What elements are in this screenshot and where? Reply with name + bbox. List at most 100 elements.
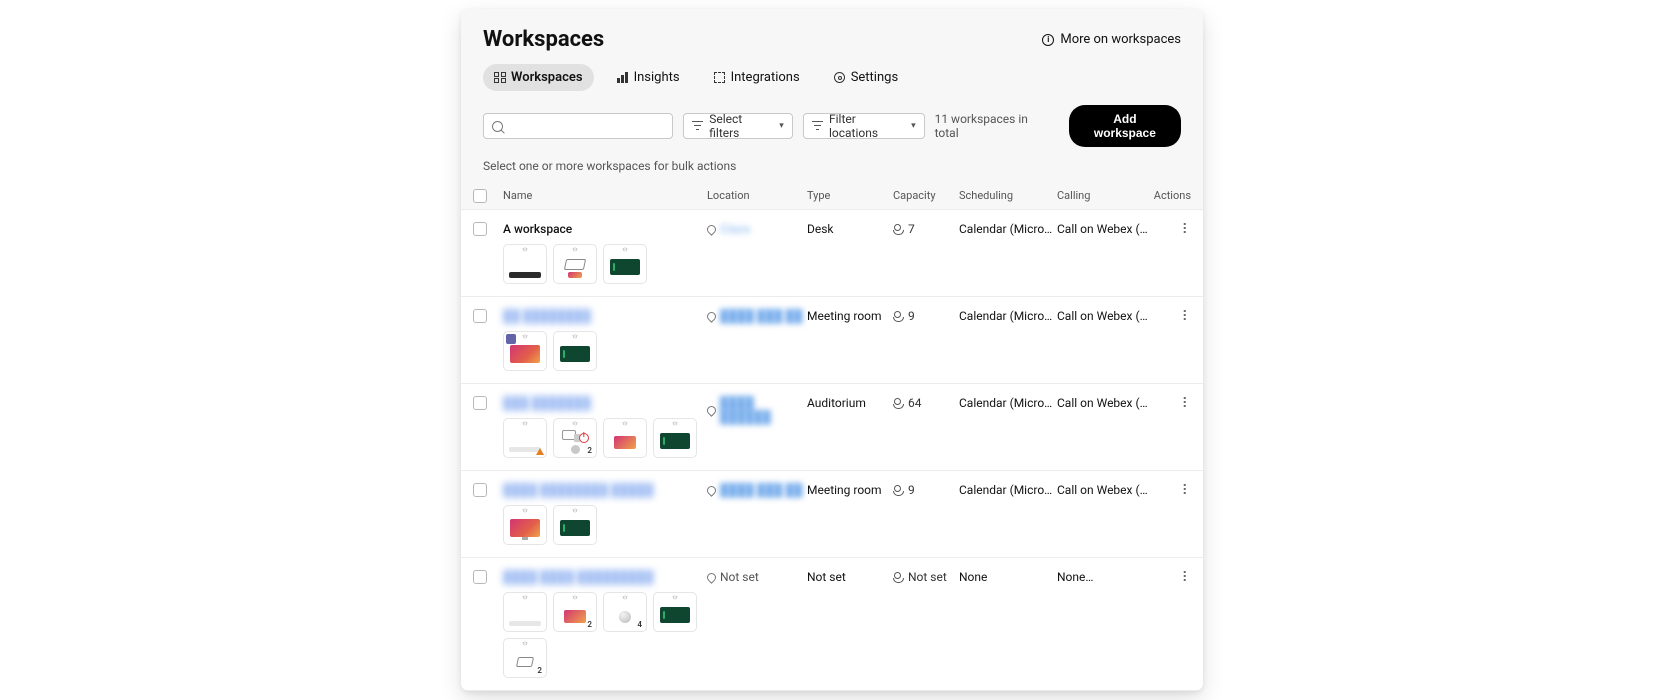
- kebab-icon: ⋯: [1179, 222, 1191, 234]
- select-filters-dropdown[interactable]: Select filters ▾: [683, 113, 793, 139]
- device-tiles: ·ı|ı··ı|ı·2·ı|ı··ı|ı·: [503, 418, 707, 458]
- device-tiles: ·ı|ı··ı|ı·2·ı|ı·4·ı|ı··ı|ı·2: [503, 592, 707, 678]
- grid-icon: [494, 72, 506, 84]
- people-icon: [893, 398, 904, 409]
- row-type: Meeting room: [807, 481, 893, 497]
- table-row[interactable]: ████ ████████ █████ ·ı|ı··ı|ı· ████ ███ ██…: [461, 471, 1203, 558]
- gear-icon: [834, 72, 846, 84]
- row-scheduling: None: [959, 568, 1057, 584]
- kebab-icon: ⋯: [1179, 483, 1191, 495]
- row-checkbox[interactable]: [473, 309, 487, 323]
- row-calling: Call on Webex (1:1…: [1057, 481, 1151, 497]
- people-icon: [893, 311, 904, 322]
- row-capacity: 64: [908, 396, 922, 410]
- row-checkbox[interactable]: [473, 570, 487, 584]
- row-actions-menu[interactable]: ⋯: [1151, 568, 1191, 582]
- row-scheduling: Calendar (Microsoft): [959, 481, 1057, 497]
- row-checkbox[interactable]: [473, 483, 487, 497]
- row-actions-menu[interactable]: ⋯: [1151, 307, 1191, 321]
- row-calling: None…: [1057, 568, 1151, 584]
- row-name: ████ ████████ █████: [503, 483, 707, 497]
- select-all-checkbox[interactable]: [473, 189, 487, 203]
- pin-icon: [705, 404, 718, 417]
- tab-label: Workspaces: [511, 70, 583, 85]
- pin-icon: [705, 310, 718, 323]
- tab-settings[interactable]: Settings: [823, 64, 909, 91]
- add-workspace-button[interactable]: Add workspace: [1069, 105, 1181, 147]
- row-capacity: 9: [908, 309, 915, 323]
- filter-icon: [692, 121, 703, 131]
- filters-row: Select filters ▾ Filter locations ▾ 11 w…: [461, 91, 1203, 147]
- row-scheduling: Calendar (Microsoft): [959, 307, 1057, 323]
- more-label: More on workspaces: [1060, 32, 1181, 47]
- tab-label: Integrations: [731, 70, 800, 85]
- table-row[interactable]: ███ ███████·ı|ı··ı|ı·2·ı|ı··ı|ı·████ ███…: [461, 384, 1203, 471]
- row-actions-menu[interactable]: ⋯: [1151, 481, 1191, 495]
- table-row[interactable]: ████ ████ █████████·ı|ı··ı|ı·2·ı|ı·4·ı|ı…: [461, 558, 1203, 691]
- device-tile[interactable]: ·ı|ı·2: [503, 638, 547, 678]
- search-input-wrap[interactable]: [483, 113, 673, 139]
- row-actions-menu[interactable]: ⋯: [1151, 220, 1191, 234]
- device-tile[interactable]: ·ı|ı·: [553, 505, 597, 545]
- col-type: Type: [807, 189, 893, 202]
- tab-workspaces[interactable]: Workspaces: [483, 64, 594, 91]
- device-tile[interactable]: ·ı|ı·4: [603, 592, 647, 632]
- more-on-workspaces-link[interactable]: i More on workspaces: [1042, 32, 1181, 47]
- kebab-icon: ⋯: [1179, 309, 1191, 321]
- device-tile[interactable]: ·ı|ı·: [553, 244, 597, 284]
- row-actions-menu[interactable]: ⋯: [1151, 394, 1191, 408]
- row-checkbox[interactable]: [473, 222, 487, 236]
- tab-label: Settings: [851, 70, 898, 85]
- pin-icon: [705, 571, 718, 584]
- col-location: Location: [707, 189, 807, 202]
- device-tile[interactable]: ·ı|ı·: [653, 418, 697, 458]
- col-actions: Actions: [1151, 189, 1191, 202]
- device-tile[interactable]: ·ı|ı·: [603, 418, 647, 458]
- chevron-down-icon: ▾: [911, 121, 916, 131]
- device-tile[interactable]: ·ı|ı·: [503, 505, 547, 545]
- col-name: Name: [503, 189, 707, 202]
- row-type: Not set: [807, 568, 893, 584]
- device-tile[interactable]: ·ı|ı·: [503, 244, 547, 284]
- tabs: Workspaces Insights Integrations Settings: [461, 52, 1203, 91]
- row-name: ███ ███████: [503, 396, 707, 410]
- people-icon: [893, 572, 904, 583]
- kebab-icon: ⋯: [1179, 396, 1191, 408]
- device-tile[interactable]: ·ı|ı·: [503, 592, 547, 632]
- filter-locations-dropdown[interactable]: Filter locations ▾: [803, 113, 925, 139]
- row-location[interactable]: ████ ███ ██: [720, 483, 802, 497]
- info-icon: i: [1042, 34, 1054, 46]
- search-input[interactable]: [509, 119, 664, 133]
- device-tile[interactable]: ·ı|ı·: [653, 592, 697, 632]
- table-row[interactable]: A workspace·ı|ı··ı|ı··ı|ı·CiscoDesk7Cale…: [461, 210, 1203, 297]
- col-calling: Calling: [1057, 189, 1151, 202]
- row-capacity: 9: [908, 483, 915, 497]
- device-tile[interactable]: ·ı|ı·2: [553, 418, 597, 458]
- workspaces-panel: Workspaces i More on workspaces Workspac…: [461, 9, 1203, 691]
- device-tile[interactable]: ·ı|ı·2: [553, 592, 597, 632]
- integrations-icon: [714, 72, 726, 84]
- row-location[interactable]: Cisco: [720, 222, 750, 236]
- device-tile[interactable]: ·ı|ı·: [603, 244, 647, 284]
- row-scheduling: Calendar (Microsoft): [959, 220, 1057, 236]
- device-tiles: ·ı|ı··ı|ı·: [503, 331, 707, 371]
- device-tile[interactable]: ·ı|ı·: [503, 418, 547, 458]
- row-capacity: Not set: [908, 570, 947, 584]
- row-location[interactable]: ████ ██████: [720, 396, 807, 424]
- device-tile[interactable]: ·ı|ı·: [503, 331, 547, 371]
- people-icon: [893, 485, 904, 496]
- row-name: ████ ████ █████████: [503, 570, 707, 584]
- page-title: Workspaces: [483, 27, 604, 52]
- people-icon: [893, 224, 904, 235]
- tab-integrations[interactable]: Integrations: [703, 64, 811, 91]
- row-type: Meeting room: [807, 307, 893, 323]
- row-name: ██ ████████: [503, 309, 707, 323]
- row-location[interactable]: ████ ███ ██: [720, 309, 802, 323]
- device-tile[interactable]: ·ı|ı·: [553, 331, 597, 371]
- table-header: Name Location Type Capacity Scheduling C…: [461, 181, 1203, 210]
- total-count-label: 11 workspaces in total: [935, 112, 1049, 140]
- pin-icon: [705, 484, 718, 497]
- row-checkbox[interactable]: [473, 396, 487, 410]
- table-row[interactable]: ██ ████████ ·ı|ı··ı|ı· ████ ███ ██ Meeting …: [461, 297, 1203, 384]
- tab-insights[interactable]: Insights: [606, 64, 691, 91]
